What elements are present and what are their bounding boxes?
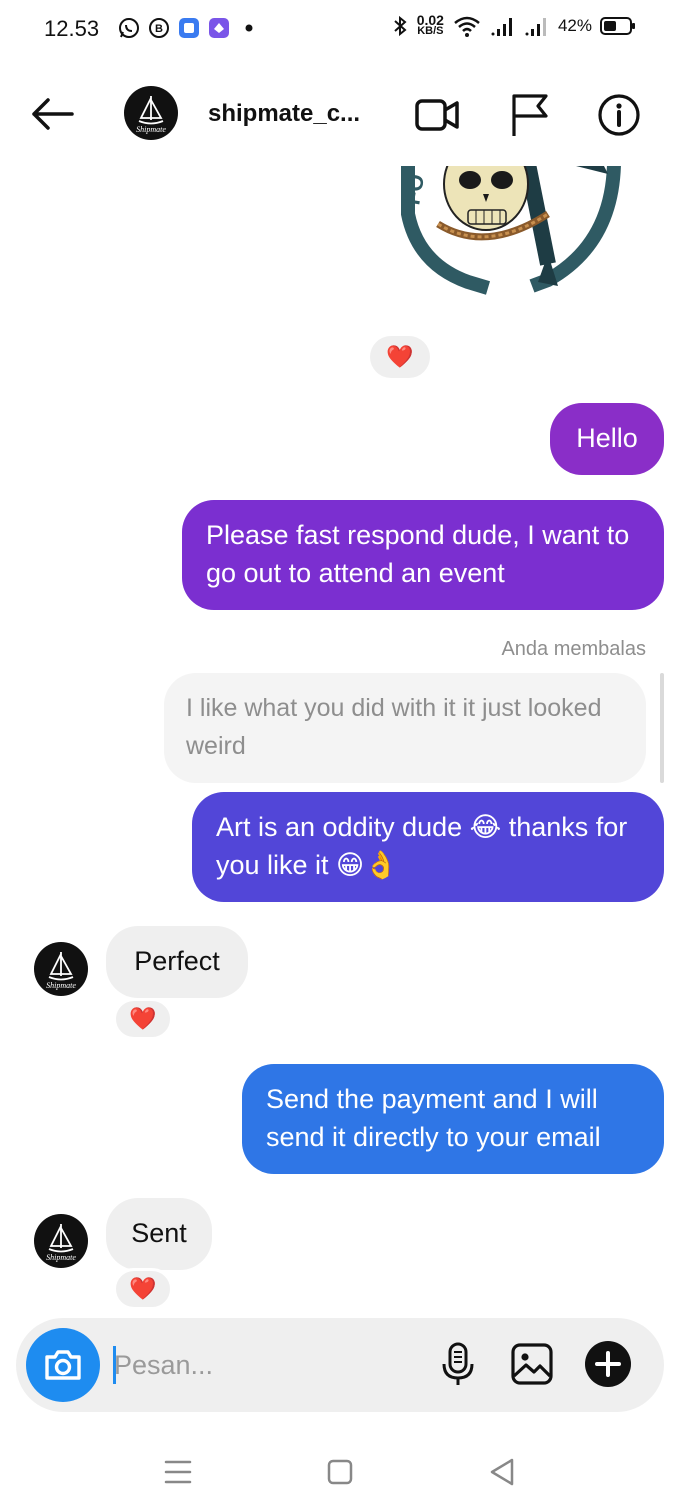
message-thread[interactable]: FO ❤️ Hello Please fast respond dude, I …	[0, 166, 680, 1316]
gallery-icon[interactable]	[508, 1340, 556, 1388]
video-call-icon[interactable]	[414, 92, 460, 138]
message-bubble-outgoing[interactable]: Hello	[550, 403, 664, 475]
dot-icon	[245, 24, 253, 32]
b-app-icon: B	[149, 18, 169, 38]
app-square-icon	[179, 18, 199, 38]
svg-text:Shipmate: Shipmate	[46, 981, 76, 990]
reply-indicator-bar	[660, 673, 664, 783]
wifi-icon	[454, 16, 480, 37]
status-right: 0.02 KB/S 42%	[391, 13, 636, 38]
message-bubble-outgoing[interactable]: Send the payment and I will send it dire…	[242, 1064, 664, 1174]
heart-reaction-emoji: ❤️	[386, 344, 414, 369]
camera-button[interactable]	[26, 1328, 100, 1402]
message-text: Hello	[576, 423, 638, 453]
message-bubble-incoming[interactable]: Sent	[106, 1198, 212, 1270]
svg-text:Shipmate: Shipmate	[136, 125, 166, 134]
sailboat-logo-icon: Shipmate	[46, 1224, 76, 1262]
reply-quote-bubble[interactable]: I like what you did with it it just look…	[164, 673, 646, 783]
back-arrow-icon[interactable]	[28, 94, 76, 134]
message-text: Please fast respond dude, I want to go o…	[206, 520, 630, 588]
reply-quote-text: I like what you did with it it just look…	[186, 694, 602, 760]
info-icon[interactable]	[596, 92, 642, 138]
whatsapp-icon	[119, 18, 139, 38]
signal-icon-2	[525, 18, 546, 36]
message-composer	[16, 1318, 664, 1412]
heart-reaction-emoji: ❤️	[129, 1276, 157, 1301]
microphone-icon[interactable]	[434, 1340, 482, 1388]
sailboat-logo-icon: Shipmate	[46, 952, 76, 990]
heart-reaction[interactable]: ❤️	[113, 1268, 173, 1310]
camera-icon	[45, 1350, 81, 1380]
flag-icon[interactable]	[506, 92, 552, 138]
heart-reaction[interactable]: ❤️	[113, 998, 173, 1040]
battery-percent: 42%	[557, 16, 592, 35]
svg-text:B: B	[155, 23, 163, 35]
chat-username[interactable]: shipmate_c...	[208, 100, 360, 128]
message-text: Sent	[131, 1218, 187, 1248]
bluetooth-icon	[394, 15, 407, 37]
net-speed: 0.02 KB/S	[417, 13, 444, 37]
header-avatar[interactable]: Shipmate	[124, 86, 178, 140]
message-text: Art is an oddity dude 😂 thanks for you l…	[216, 812, 628, 880]
plus-icon[interactable]	[584, 1340, 632, 1388]
heart-reaction[interactable]: ❤️	[370, 336, 430, 378]
heart-reaction-emoji: ❤️	[129, 1006, 157, 1031]
status-time: 12.53	[44, 16, 100, 41]
sailboat-logo-icon: Shipmate	[136, 96, 166, 134]
reply-label: Anda membalas	[501, 638, 646, 660]
sender-avatar[interactable]: Shipmate	[34, 942, 88, 996]
sender-avatar[interactable]: Shipmate	[34, 1214, 88, 1268]
net-speed-unit: KB/S	[417, 25, 444, 37]
message-bubble-incoming[interactable]: Perfect	[106, 926, 248, 998]
message-bubble-outgoing[interactable]: Art is an oddity dude 😂 thanks for you l…	[192, 792, 664, 902]
menu-icon[interactable]	[158, 1452, 198, 1492]
instagram-dm-screen: 12.53 B 0.02 KB/S 42% Shipmate shipmate_	[0, 0, 680, 1511]
status-bar: 12.53 B 0.02 KB/S 42%	[0, 0, 680, 60]
back-triangle-icon[interactable]	[482, 1452, 522, 1492]
shared-post-image[interactable]: FO	[398, 166, 624, 302]
system-nav-bar	[0, 1430, 680, 1511]
svg-text:Shipmate: Shipmate	[46, 1253, 76, 1262]
message-text: Send the payment and I will send it dire…	[266, 1084, 601, 1152]
svg-text:FO: FO	[399, 172, 429, 206]
signal-icon-1	[491, 18, 512, 36]
message-bubble-outgoing[interactable]: Please fast respond dude, I want to go o…	[182, 500, 664, 610]
message-input[interactable]	[114, 1340, 414, 1390]
notification-icons: B	[118, 17, 260, 39]
message-text: Perfect	[134, 946, 220, 976]
chat-header: Shipmate shipmate_c...	[0, 60, 680, 166]
battery-icon	[600, 17, 635, 35]
home-icon[interactable]	[320, 1452, 360, 1492]
messenger-app-icon	[209, 18, 229, 38]
